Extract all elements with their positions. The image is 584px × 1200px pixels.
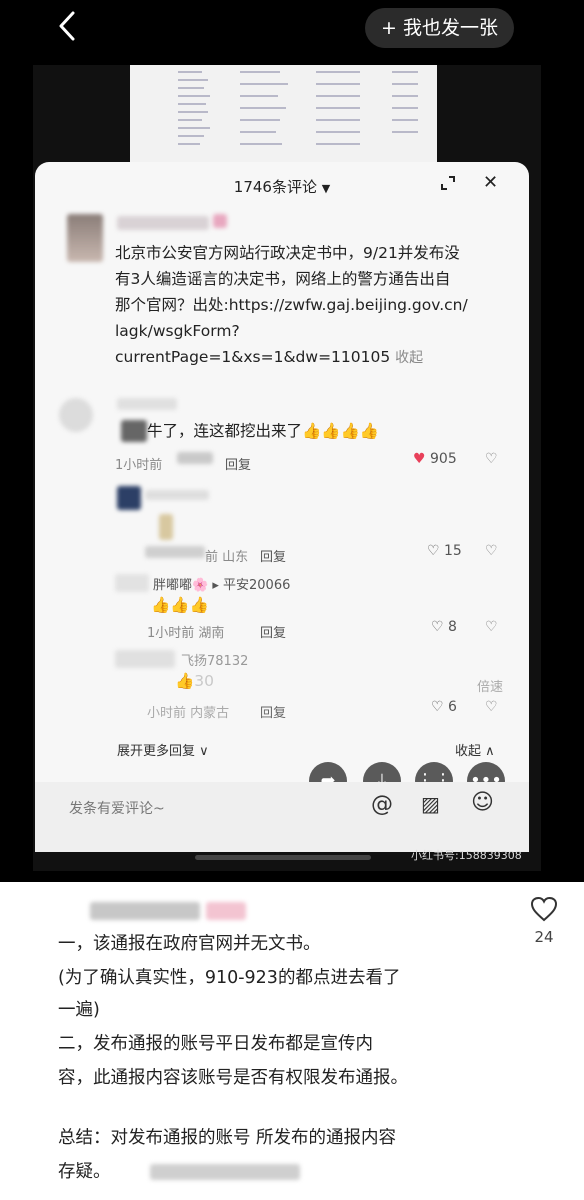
- caption-line: 存疑。: [58, 1162, 111, 1182]
- username-blurred: [117, 398, 177, 410]
- image-icon[interactable]: ▨: [421, 792, 440, 816]
- author-badge: [206, 902, 246, 920]
- expand-icon[interactable]: [439, 174, 457, 197]
- close-icon[interactable]: ✕: [483, 172, 498, 193]
- heart-outline-icon: ♡: [431, 699, 444, 715]
- emoji-icon[interactable]: ☺: [471, 790, 494, 815]
- caption-line: 容，此通报内容该账号是否有权限发布通报。: [58, 1068, 408, 1088]
- mention-icon[interactable]: @: [371, 792, 393, 817]
- user-badge: [213, 214, 227, 228]
- reply-time: 小时前 内蒙古: [147, 706, 230, 721]
- time-blurred: [145, 546, 205, 558]
- caption-line: 二，发布通报的账号平日发布都是宣传内: [58, 1034, 373, 1054]
- reply-button[interactable]: 回复: [260, 546, 286, 565]
- like-button[interactable]: ♡ 6: [431, 699, 457, 715]
- reply-image: [159, 514, 173, 540]
- reply-avatar: [121, 420, 147, 442]
- expand-more-replies[interactable]: 展开更多回复 ∨: [117, 740, 209, 759]
- reply-time: 1小时前: [115, 458, 163, 473]
- reply-button[interactable]: 回复: [260, 622, 286, 641]
- heart-outline-icon: [530, 896, 558, 922]
- comment-panel: 1746条评论 ▼ ✕ 北京市公安官方网站行政决定书中，9/21并发布没 有3人…: [35, 162, 529, 852]
- avatar[interactable]: [115, 574, 149, 592]
- avatar[interactable]: [59, 398, 93, 432]
- caption-line: (为了确认真实性，910-923的都点进去看了: [58, 968, 401, 988]
- heart-outline-icon: ♡: [431, 619, 444, 635]
- reply-text: 👍30: [175, 672, 215, 690]
- collapse-replies[interactable]: 收起 ∧: [455, 740, 495, 759]
- like-button[interactable]: ♡ 8: [431, 619, 457, 635]
- reply-text: 👍👍👍: [151, 596, 209, 614]
- chevron-left-icon: [59, 11, 75, 41]
- reply-time: 前 山东: [205, 550, 249, 565]
- like-button[interactable]: ♥ 905: [413, 451, 457, 467]
- reply-username: 飞扬78132: [181, 654, 249, 669]
- avatar[interactable]: [67, 214, 103, 262]
- heart-filled-icon: ♥: [413, 451, 426, 467]
- reply-text: 牛了，连这都挖出来了👍👍👍👍: [147, 422, 380, 440]
- background-document: [130, 65, 437, 167]
- like-button[interactable]: ♡ 15: [427, 543, 462, 559]
- watermark: 小红书号:158839308: [411, 849, 522, 862]
- dislike-icon[interactable]: ♡: [485, 451, 498, 467]
- author-name-blurred[interactable]: [90, 902, 200, 920]
- reply-time: 1小时前 湖南: [147, 626, 225, 641]
- post-image[interactable]: 1746条评论 ▼ ✕ 北京市公安官方网站行政决定书中，9/21并发布没 有3人…: [33, 65, 541, 871]
- back-button[interactable]: [52, 10, 82, 46]
- avatar[interactable]: [115, 650, 175, 668]
- top-bar: + 我也发一张: [0, 0, 584, 60]
- caret-down-icon: ▼: [321, 182, 331, 195]
- heart-outline-icon: ♡: [427, 543, 440, 559]
- comment-panel-header: 1746条评论 ▼ ✕: [35, 162, 529, 206]
- post-caption: 24 一，该通报在政府官网并无文书。 (为了确认真实性，910-923的都点进去…: [0, 882, 584, 1200]
- speed-label[interactable]: 倍速: [477, 676, 503, 695]
- home-indicator: [195, 855, 371, 860]
- username-blurred: [117, 216, 209, 230]
- timestamp-blurred: [150, 1164, 300, 1180]
- top-comment-text: 北京市公安官方网站行政决定书中，9/21并发布没 有3人编造谣言的决定书，网络上…: [115, 244, 468, 366]
- caption-line: 总结：对发布通报的账号 所发布的通报内容: [58, 1128, 397, 1148]
- dislike-icon[interactable]: ♡: [485, 619, 498, 635]
- dislike-icon[interactable]: ♡: [485, 699, 498, 715]
- like-count: 24: [534, 928, 554, 946]
- caption-line: 一，该通报在政府官网并无文书。: [58, 934, 321, 954]
- comment-input[interactable]: 发条有爱评论~: [69, 798, 165, 818]
- reply-username: 胖嘟嘟🌸 ▸ 平安20066: [153, 578, 291, 593]
- location-blurred: [177, 452, 213, 464]
- username-blurred: [145, 490, 209, 500]
- reply-button[interactable]: 回复: [260, 702, 286, 721]
- caption-line: 一遍): [58, 1000, 100, 1020]
- post-also-button[interactable]: + 我也发一张: [365, 8, 514, 48]
- avatar[interactable]: [117, 486, 141, 510]
- reply-button[interactable]: 回复: [225, 454, 251, 473]
- like-button[interactable]: 24: [528, 896, 560, 946]
- collapse-link[interactable]: 收起: [395, 350, 423, 366]
- dislike-icon[interactable]: ♡: [485, 543, 498, 559]
